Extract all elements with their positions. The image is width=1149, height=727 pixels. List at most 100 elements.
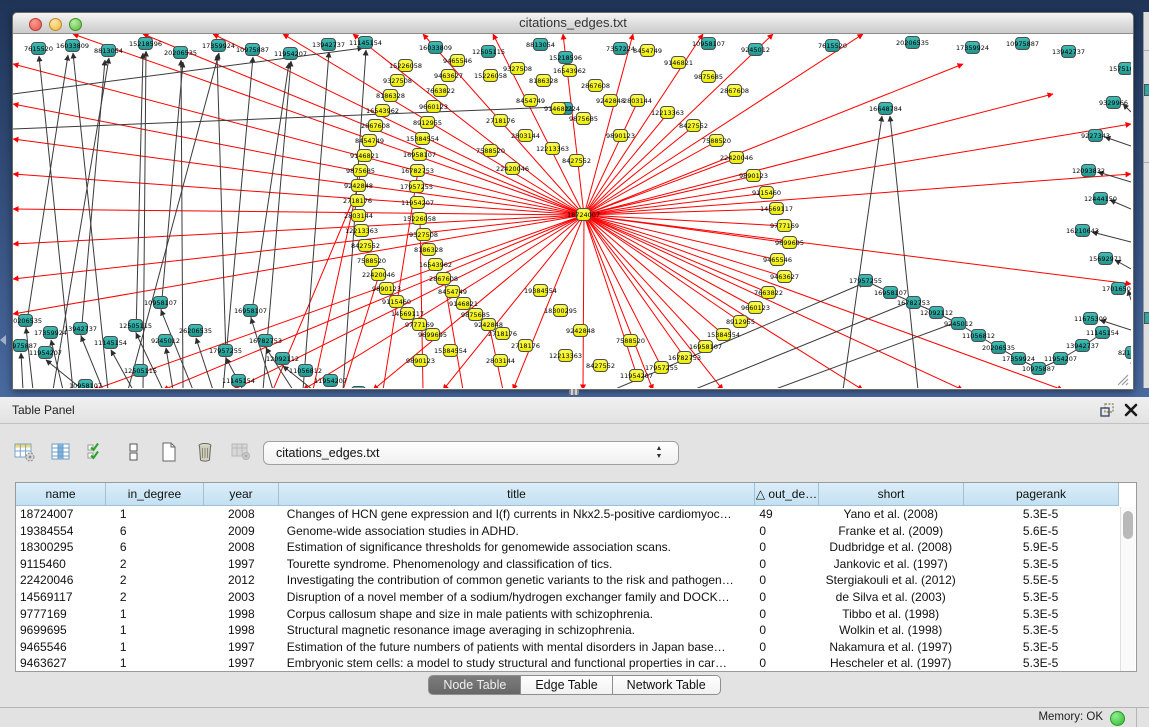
network-node[interactable]: 9660123 [426,100,441,113]
network-node[interactable]: 20206535 [18,314,33,327]
network-node[interactable]: 13942737 [1075,339,1090,352]
close-panel-icon[interactable] [1123,402,1139,418]
network-node[interactable]: 12505115 [133,364,148,377]
network-node[interactable]: 15751074 [1118,62,1131,75]
network-node[interactable]: 9329966 [1106,96,1121,109]
network-node[interactable]: 11145154 [103,336,118,349]
network-node[interactable]: 15692971 [1098,252,1113,265]
network-node[interactable]: 8454749 [523,94,538,107]
network-node[interactable]: 17359924 [1011,352,1026,365]
float-panel-icon[interactable] [1099,402,1115,418]
network-node[interactable]: 7588520 [623,334,638,347]
table-row[interactable]: 2242004622012Investigating the contribut… [16,572,1118,589]
network-node[interactable]: 16033809 [65,39,80,52]
network-node[interactable]: 8912955 [420,116,435,129]
network-hub-node[interactable]: 18724007 [576,208,591,221]
network-node[interactable]: 9777169 [777,219,792,232]
network-node[interactable]: 11954207 [283,47,298,60]
panel-collapse-arrow-icon[interactable] [0,335,6,345]
network-window[interactable]: citations_edges.txt 7615520 16033809 88130… [12,12,1134,390]
network-node[interactable]: 2867608 [436,272,451,285]
network-node[interactable]: 8215358 [1125,346,1131,359]
network-node[interactable]: 17957255 [218,344,233,357]
network-node[interactable]: 8454749 [362,134,377,147]
network-node[interactable]: 9463627 [441,69,456,82]
table-row[interactable]: 911546021997Tourette syndrome. Phenomeno… [16,556,1118,573]
network-node[interactable]: 22420046 [729,151,744,164]
select-rows-icon[interactable] [84,439,110,465]
network-node[interactable]: 16958107 [412,148,427,161]
network-node[interactable]: 11145154 [358,36,373,49]
network-node[interactable]: 11954207 [1053,352,1068,365]
column-header-title[interactable]: title [279,483,755,506]
network-node[interactable]: 9146821 [551,102,566,115]
network-node[interactable]: 15226058 [412,212,427,225]
table-row[interactable]: 946554611997Estimation of the future num… [16,639,1118,656]
table-row[interactable]: 969969511998Structural magnetic resonanc… [16,622,1118,639]
network-node[interactable]: 13942737 [73,322,88,335]
network-node[interactable]: 9890123 [379,282,394,295]
network-window-titlebar[interactable]: citations_edges.txt [13,13,1133,34]
network-node[interactable]: 20206535 [905,36,920,49]
column-header-year[interactable]: year [204,483,279,506]
table-row[interactable]: 977716911998Corpus callosum shape and si… [16,606,1118,623]
network-node[interactable]: 11675309 [1083,312,1098,325]
network-node[interactable]: 16543962 [375,104,390,117]
network-node[interactable]: 8186328 [383,89,398,102]
network-node[interactable]: 16958107 [883,286,898,299]
network-node[interactable]: 2867608 [588,79,603,92]
tab-edge-table[interactable]: Edge Table [521,675,612,695]
network-node[interactable]: 2803144 [518,129,533,142]
network-node[interactable]: 22420046 [371,268,386,281]
network-node[interactable]: 17359924 [43,326,58,339]
row-height-icon[interactable] [120,439,146,465]
network-node[interactable]: 15226058 [483,69,498,82]
network-node[interactable]: 2867608 [727,84,742,97]
table-row[interactable]: 1456911722003Disruption of a novel membe… [16,589,1118,606]
network-node[interactable]: 12093832 [1081,164,1096,177]
network-node[interactable]: 22420046 [505,162,520,175]
network-node[interactable]: 16958107 [698,340,713,353]
split-pane-grip[interactable] [569,389,579,395]
network-node[interactable]: 8454749 [445,285,460,298]
network-node[interactable]: 11056812 [971,329,986,342]
network-node[interactable]: 16648784 [878,102,893,115]
table-source-combobox[interactable]: citations_edges.txt ▲▼ [263,441,679,465]
network-node[interactable]: 9890123 [413,354,428,367]
network-node[interactable]: 26206535 [188,324,203,337]
network-node[interactable]: 16210643 [1075,224,1090,237]
network-node[interactable]: 7663822 [433,84,448,97]
network-node[interactable]: 8427552 [686,119,701,132]
delete-column-icon[interactable] [192,439,218,465]
network-node[interactable]: 20206535 [991,341,1006,354]
network-node[interactable]: 9463627 [777,270,792,283]
network-node[interactable]: 9465546 [770,253,785,266]
network-node[interactable]: 12092112 [929,306,944,319]
network-node[interactable]: 7588520 [364,254,379,267]
network-node[interactable]: 9327508 [510,62,525,75]
network-node[interactable]: 17957255 [409,180,424,193]
network-node[interactable]: 11145154 [231,374,246,387]
network-node[interactable]: 7615520 [825,39,840,52]
network-node[interactable]: 7357224 [613,42,628,55]
network-node[interactable]: 2803144 [493,354,508,367]
network-node[interactable]: 9245012 [951,317,966,330]
network-node[interactable]: 16782753 [258,334,273,347]
network-node[interactable]: 13942737 [1061,45,1076,58]
network-node[interactable]: 2803144 [630,94,645,107]
network-node[interactable]: 9115460 [759,186,774,199]
network-node[interactable]: 7615520 [31,42,46,55]
scrollbar-thumb[interactable] [1123,511,1133,539]
network-node[interactable]: 9227343 [1088,129,1103,142]
network-node[interactable]: 9875685 [576,112,591,125]
window-resize-grip[interactable] [1115,372,1129,386]
network-node[interactable]: 12213363 [354,224,369,237]
network-node[interactable]: 17359924 [211,39,226,52]
network-node[interactable]: 8427552 [593,359,608,372]
network-node[interactable]: 9327508 [390,74,405,87]
network-node[interactable]: 10975887 [13,339,28,352]
network-node[interactable]: 8813054 [101,44,116,57]
network-node[interactable]: 11145154 [1095,326,1110,339]
network-node[interactable]: 10958107 [701,37,716,50]
network-node[interactable]: 13942737 [321,38,336,51]
